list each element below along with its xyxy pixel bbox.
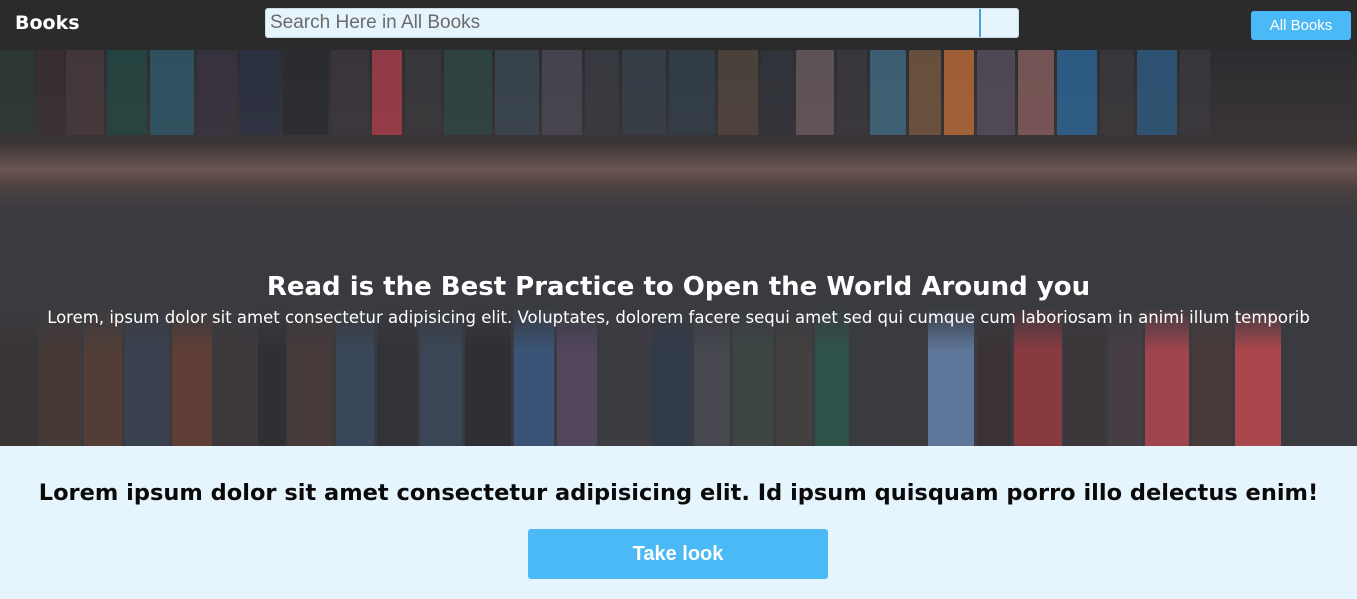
search-input[interactable]	[266, 9, 978, 37]
cta-heading: Lorem ipsum dolor sit amet consectetur a…	[38, 480, 1319, 506]
hero-books-top	[0, 50, 1213, 135]
hero-subtitle: Lorem, ipsum dolor sit amet consectetur …	[47, 308, 1310, 327]
take-look-button[interactable]: Take look	[528, 529, 828, 579]
top-navbar: Books All Books	[0, 0, 1357, 50]
search-button[interactable]	[979, 9, 1018, 37]
all-books-button[interactable]: All Books	[1251, 11, 1351, 40]
hero-title: Read is the Best Practice to Open the Wo…	[266, 272, 1091, 302]
hero-banner: Read is the Best Practice to Open the Wo…	[0, 50, 1357, 446]
brand-title[interactable]: Books	[15, 12, 80, 34]
search-bar	[265, 8, 1019, 38]
